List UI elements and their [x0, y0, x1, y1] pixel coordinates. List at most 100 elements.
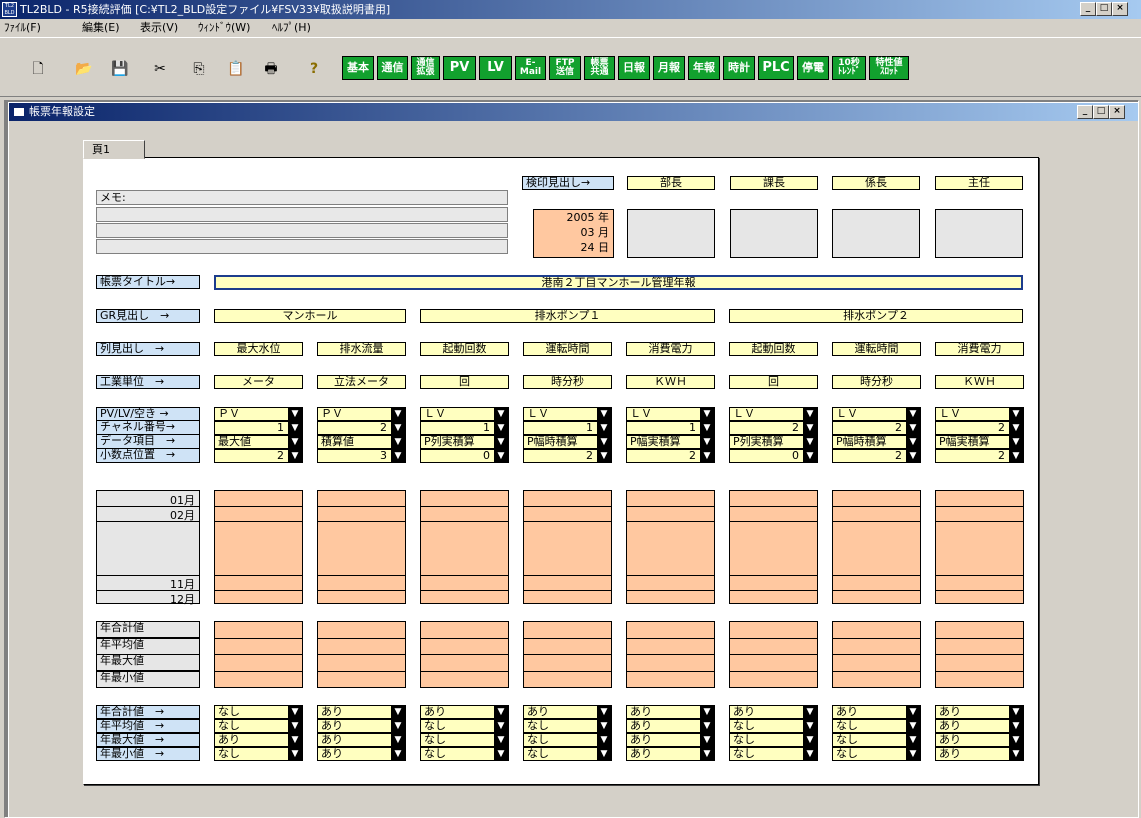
- summary-select-4-3[interactable]: なし ▼: [420, 747, 509, 761]
- summary-select-3-2[interactable]: あり ▼: [317, 733, 406, 747]
- chevron-down-icon[interactable]: ▼: [494, 422, 508, 434]
- chevron-down-icon[interactable]: ▼: [391, 422, 405, 434]
- toolbar-button-comm-ext[interactable]: 通信 拡張: [411, 56, 440, 80]
- toolbar-button-basic[interactable]: 基本: [342, 56, 374, 80]
- chevron-down-icon[interactable]: ▼: [906, 734, 920, 746]
- item-select-8[interactable]: P幅実積算 ▼: [935, 435, 1024, 449]
- menu-edit[interactable]: 編集(E): [82, 19, 120, 37]
- toolbar-button-char-slot[interactable]: 特性値 ｽﾛｯﾄ: [869, 56, 909, 80]
- summary-select-1-4[interactable]: あり ▼: [523, 705, 612, 719]
- chevron-down-icon[interactable]: ▼: [1009, 436, 1023, 448]
- unit-3[interactable]: 回: [420, 375, 509, 389]
- report-title-input[interactable]: 港南２丁目マンホール管理年報: [214, 275, 1023, 290]
- pvlv-select-4[interactable]: ＬＶ ▼: [523, 407, 612, 421]
- chevron-down-icon[interactable]: ▼: [494, 734, 508, 746]
- unit-7[interactable]: 時分秒: [832, 375, 921, 389]
- toolbar-button-yearly[interactable]: 年報: [688, 56, 720, 80]
- summary-select-2-3[interactable]: なし ▼: [420, 719, 509, 733]
- pvlv-select-1[interactable]: ＰＶ ▼: [214, 407, 303, 421]
- channel-select-8[interactable]: 2 ▼: [935, 421, 1024, 435]
- summary-select-2-5[interactable]: あり ▼: [626, 719, 715, 733]
- menu-window[interactable]: ｳｨﾝﾄﾞｳ(W): [198, 19, 250, 37]
- decimal-select-4[interactable]: 2 ▼: [523, 449, 612, 463]
- summary-select-4-4[interactable]: なし ▼: [523, 747, 612, 761]
- chevron-down-icon[interactable]: ▼: [494, 450, 508, 462]
- item-select-3[interactable]: P列実積算 ▼: [420, 435, 509, 449]
- chevron-down-icon[interactable]: ▼: [288, 706, 302, 718]
- toolbar-button-daily[interactable]: 日報: [618, 56, 650, 80]
- summary-select-3-8[interactable]: あり ▼: [935, 733, 1024, 747]
- menu-help[interactable]: ﾍﾙﾌﾟ(H): [272, 19, 311, 37]
- chevron-down-icon[interactable]: ▼: [906, 422, 920, 434]
- child-maximize-button[interactable]: □: [1093, 105, 1109, 119]
- channel-select-4[interactable]: 1 ▼: [523, 421, 612, 435]
- summary-select-3-3[interactable]: なし ▼: [420, 733, 509, 747]
- chevron-down-icon[interactable]: ▼: [288, 748, 302, 760]
- summary-select-1-5[interactable]: あり ▼: [626, 705, 715, 719]
- item-select-7[interactable]: P幅時積算 ▼: [832, 435, 921, 449]
- stamp-title-2[interactable]: 課長: [730, 176, 818, 190]
- new-file-icon[interactable]: 🗋: [30, 61, 46, 77]
- toolbar-button-ftp[interactable]: FTP 送信: [549, 56, 581, 80]
- chevron-down-icon[interactable]: ▼: [1009, 706, 1023, 718]
- column-header-3[interactable]: 起動回数: [420, 342, 509, 356]
- chevron-down-icon[interactable]: ▼: [700, 422, 714, 434]
- summary-select-4-5[interactable]: あり ▼: [626, 747, 715, 761]
- item-select-5[interactable]: P幅実積算 ▼: [626, 435, 715, 449]
- chevron-down-icon[interactable]: ▼: [803, 734, 817, 746]
- chevron-down-icon[interactable]: ▼: [700, 720, 714, 732]
- summary-select-4-2[interactable]: あり ▼: [317, 747, 406, 761]
- column-header-8[interactable]: 消費電力: [935, 342, 1024, 356]
- summary-select-3-1[interactable]: あり ▼: [214, 733, 303, 747]
- chevron-down-icon[interactable]: ▼: [597, 720, 611, 732]
- chevron-down-icon[interactable]: ▼: [494, 706, 508, 718]
- memo-line-2[interactable]: [96, 223, 508, 238]
- toolbar-button-pv[interactable]: PV: [443, 56, 476, 80]
- pvlv-select-3[interactable]: ＬＶ ▼: [420, 407, 509, 421]
- chevron-down-icon[interactable]: ▼: [494, 748, 508, 760]
- summary-select-2-6[interactable]: なし ▼: [729, 719, 818, 733]
- unit-1[interactable]: メータ: [214, 375, 303, 389]
- chevron-down-icon[interactable]: ▼: [391, 408, 405, 420]
- summary-select-1-7[interactable]: あり ▼: [832, 705, 921, 719]
- channel-select-7[interactable]: 2 ▼: [832, 421, 921, 435]
- summary-select-1-3[interactable]: あり ▼: [420, 705, 509, 719]
- menu-file[interactable]: ﾌｧｲﾙ(F): [4, 19, 41, 37]
- decimal-select-2[interactable]: 3 ▼: [317, 449, 406, 463]
- pvlv-select-8[interactable]: ＬＶ ▼: [935, 407, 1024, 421]
- toolbar-button-clock[interactable]: 時計: [723, 56, 755, 80]
- chevron-down-icon[interactable]: ▼: [597, 748, 611, 760]
- chevron-down-icon[interactable]: ▼: [597, 422, 611, 434]
- summary-select-3-4[interactable]: なし ▼: [523, 733, 612, 747]
- decimal-select-7[interactable]: 2 ▼: [832, 449, 921, 463]
- column-header-7[interactable]: 運転時間: [832, 342, 921, 356]
- maximize-button[interactable]: □: [1096, 2, 1112, 16]
- chevron-down-icon[interactable]: ▼: [803, 748, 817, 760]
- chevron-down-icon[interactable]: ▼: [700, 436, 714, 448]
- chevron-down-icon[interactable]: ▼: [597, 706, 611, 718]
- paste-icon[interactable]: 📋: [227, 61, 244, 77]
- chevron-down-icon[interactable]: ▼: [1009, 422, 1023, 434]
- copy-icon[interactable]: ⎘: [191, 61, 207, 77]
- chevron-down-icon[interactable]: ▼: [906, 450, 920, 462]
- stamp-title-1[interactable]: 部長: [627, 176, 715, 190]
- channel-select-1[interactable]: 1 ▼: [214, 421, 303, 435]
- chevron-down-icon[interactable]: ▼: [597, 734, 611, 746]
- chevron-down-icon[interactable]: ▼: [700, 706, 714, 718]
- pvlv-select-2[interactable]: ＰＶ ▼: [317, 407, 406, 421]
- toolbar-button-monthly[interactable]: 月報: [653, 56, 685, 80]
- column-header-5[interactable]: 消費電力: [626, 342, 715, 356]
- toolbar-button-email[interactable]: E- Mail: [515, 56, 546, 80]
- column-header-2[interactable]: 排水流量: [317, 342, 406, 356]
- decimal-select-1[interactable]: 2 ▼: [214, 449, 303, 463]
- chevron-down-icon[interactable]: ▼: [391, 720, 405, 732]
- chevron-down-icon[interactable]: ▼: [1009, 734, 1023, 746]
- channel-select-3[interactable]: 1 ▼: [420, 421, 509, 435]
- summary-select-1-2[interactable]: あり ▼: [317, 705, 406, 719]
- summary-select-3-7[interactable]: なし ▼: [832, 733, 921, 747]
- chevron-down-icon[interactable]: ▼: [803, 706, 817, 718]
- toolbar-button-comm[interactable]: 通信: [377, 56, 408, 80]
- unit-8[interactable]: ＫＷＨ: [935, 375, 1024, 389]
- chevron-down-icon[interactable]: ▼: [803, 408, 817, 420]
- chevron-down-icon[interactable]: ▼: [288, 450, 302, 462]
